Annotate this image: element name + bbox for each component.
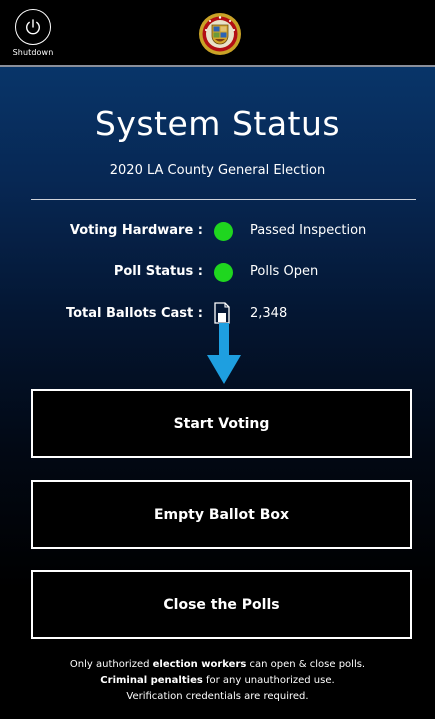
ballots-cast-label: Total Ballots Cast : (65, 306, 203, 321)
section-divider (31, 199, 416, 200)
close-polls-button[interactable]: Close the Polls (31, 570, 412, 639)
notice-text: for any unauthorized use. (202, 675, 335, 686)
poll-status-label: Poll Status : (113, 264, 203, 279)
notice-emphasis: election workers (152, 659, 247, 670)
power-icon (15, 9, 51, 45)
notice-emphasis: Criminal penalties (100, 675, 203, 686)
status-ok-icon (214, 263, 233, 282)
notice-line-2: Criminal penalties for any unauthorized … (0, 673, 435, 689)
notice-line-1: Only authorized election workers can ope… (0, 657, 435, 673)
empty-ballot-box-button[interactable]: Empty Ballot Box (31, 480, 412, 549)
notice-line-3: Verification credentials are required. (126, 691, 309, 702)
election-subtitle: 2020 LA County General Election (109, 163, 326, 178)
ballot-icon (214, 302, 230, 324)
notice-text: can open & close polls. (246, 659, 366, 670)
county-seal-icon (198, 12, 242, 56)
ballots-cast-value: 2,348 (250, 306, 288, 321)
empty-ballot-box-label: Empty Ballot Box (153, 506, 290, 523)
page-title: System Status (94, 104, 341, 143)
shutdown-button[interactable]: Shutdown (9, 9, 57, 61)
start-voting-label: Start Voting (173, 415, 270, 432)
close-polls-label: Close the Polls (163, 596, 280, 613)
app-screen: Shutdown System Status 2020 LA County Ge… (0, 0, 435, 719)
notice-text: Only authorized (69, 659, 153, 670)
voting-hardware-label: Voting Hardware : (69, 223, 203, 238)
shutdown-label: Shutdown (12, 48, 54, 57)
start-voting-button[interactable]: Start Voting (31, 389, 412, 458)
down-arrow-icon (206, 323, 242, 385)
top-bar: Shutdown (0, 0, 435, 66)
authorization-notice: Only authorized election workers can ope… (0, 657, 435, 705)
voting-hardware-value: Passed Inspection (250, 223, 367, 238)
poll-status-value: Polls Open (250, 264, 319, 279)
status-ok-icon (214, 222, 233, 241)
